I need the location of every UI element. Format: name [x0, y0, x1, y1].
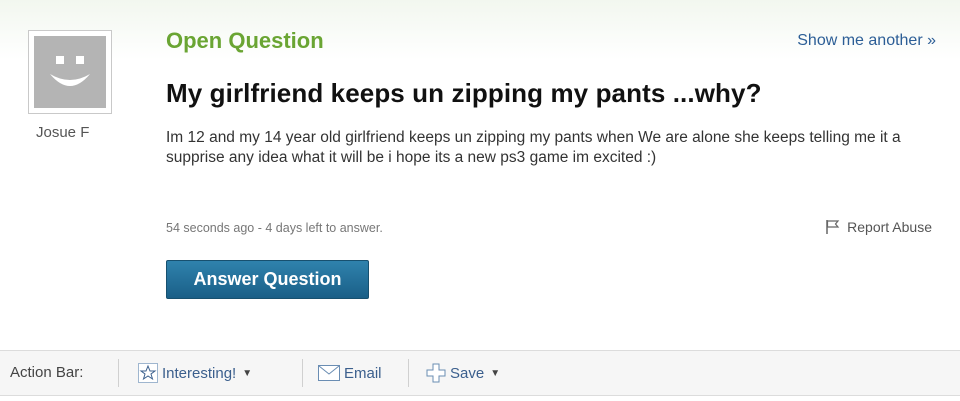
- interesting-label: Interesting!: [162, 364, 237, 382]
- asker-column: Josue F: [0, 0, 118, 352]
- dropdown-caret-icon[interactable]: ▼: [242, 368, 252, 379]
- email-label: Email: [344, 364, 382, 382]
- smiley-face-icon: [50, 56, 90, 86]
- report-abuse-label: Report Abuse: [847, 219, 932, 235]
- report-abuse-link[interactable]: Report Abuse: [825, 219, 932, 235]
- divider: [302, 359, 303, 387]
- dropdown-caret-icon[interactable]: ▼: [490, 368, 500, 379]
- envelope-icon: [318, 365, 340, 381]
- question-page: Josue F Open Question Show me another » …: [0, 0, 960, 401]
- action-bar: Action Bar: Interesting! ▼ Email Save ▼: [0, 350, 960, 396]
- avatar[interactable]: [28, 30, 112, 114]
- save-button[interactable]: Save ▼: [426, 361, 500, 385]
- divider: [408, 359, 409, 387]
- interesting-button[interactable]: Interesting! ▼: [138, 361, 252, 385]
- show-another-link[interactable]: Show me another »: [797, 32, 936, 50]
- answer-question-button[interactable]: Answer Question: [166, 260, 369, 299]
- divider: [118, 359, 119, 387]
- email-button[interactable]: Email: [318, 361, 382, 385]
- asker-name[interactable]: Josue F: [36, 124, 89, 141]
- star-icon: [138, 363, 158, 383]
- plus-icon: [426, 363, 446, 383]
- question-meta: 54 seconds ago - 4 days left to answer.: [166, 221, 383, 235]
- question-body: Im 12 and my 14 year old girlfriend keep…: [166, 129, 901, 166]
- question-title: My girlfriend keeps un zipping my pants …: [166, 78, 762, 108]
- flag-icon: [826, 220, 840, 234]
- question-status: Open Question: [166, 28, 324, 53]
- avatar-image: [34, 36, 106, 108]
- save-label: Save: [450, 364, 485, 382]
- action-bar-label: Action Bar:: [10, 364, 84, 381]
